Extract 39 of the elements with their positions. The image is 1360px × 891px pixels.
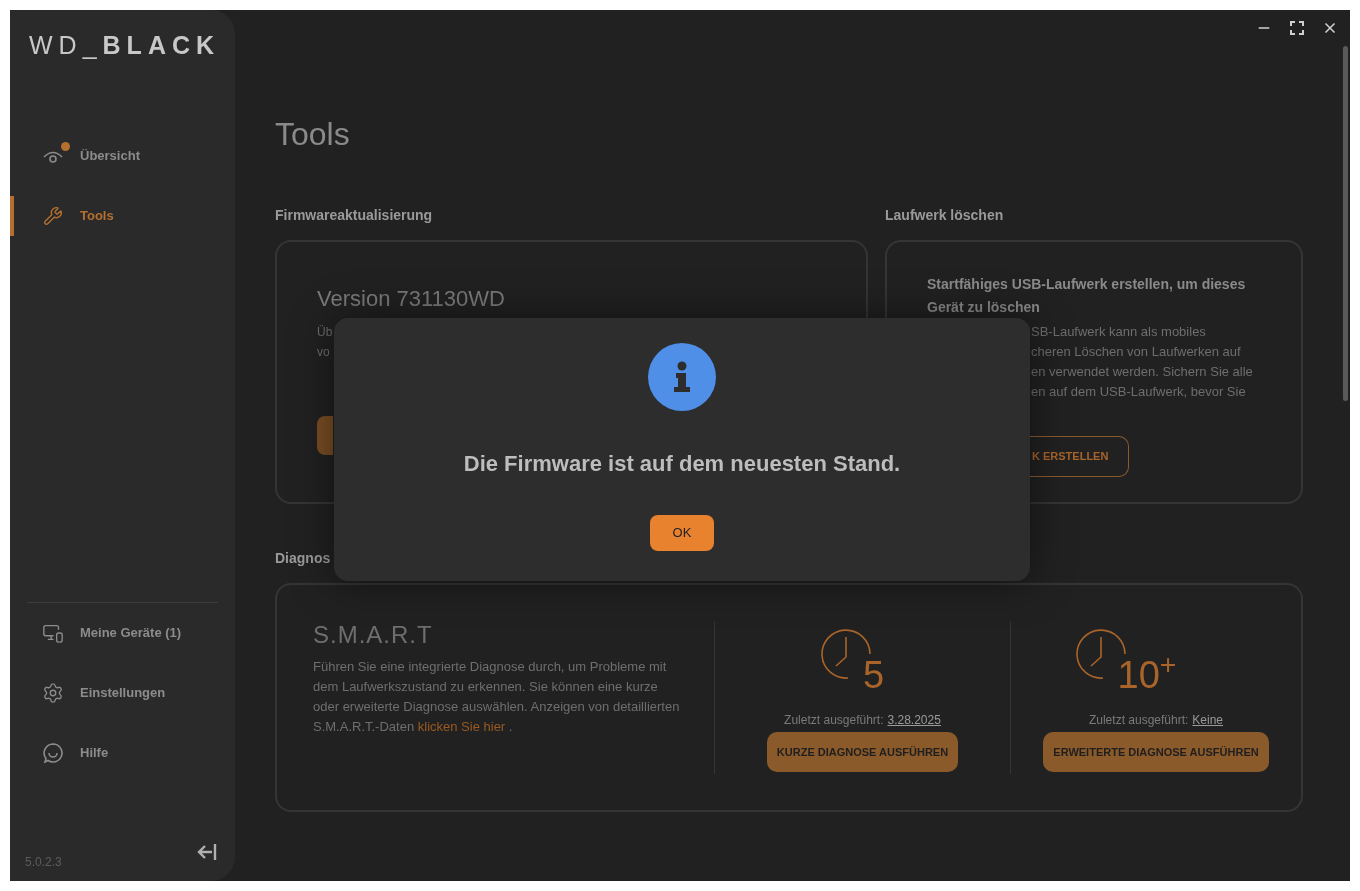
brand-logo: WD_BLACK: [29, 32, 221, 58]
section-heading: Diagnos: [275, 549, 331, 568]
last-run-value: Keine: [1192, 712, 1224, 728]
wrench-icon: [43, 206, 63, 226]
duration-label: 10$^{+}$: [1117, 655, 1177, 695]
erase-title: Startfähiges USB-Laufwerk erstellen, um dieses Gerät zu löschen: [927, 275, 1247, 317]
description-text: SB-Laufwerk kann als mobiles: [1031, 323, 1207, 341]
nav-item[interactable]: Hilfe: [10, 733, 235, 773]
page-title: Tools: [275, 115, 351, 154]
last-run-label: Zuletzt ausgeführt:: [784, 712, 884, 728]
section-heading: Firmwareaktualisierung: [275, 206, 434, 225]
smart-title: S.M.A.R.T: [313, 621, 434, 649]
smart-description: Führen Sie eine integrierte Diagnose durch, um Probleme mit dem Laufwerkszustand zu erkennen. Sie können eine kurze oder erweiterte Diagnose auswählen. Anzeigen von detaillierten S.M.A.R.T.-Daten klicken Sie hier .: [313, 658, 681, 736]
settings-icon: [42, 682, 64, 704]
smart-data-link[interactable]: klicken Sie hier: [417, 719, 506, 734]
smiley-chat-icon: [42, 742, 64, 764]
description-text: vo: [317, 344, 330, 361]
run-diagnostic-button[interactable]: ERWEITERTE DIAGNOSE AUSFÜHREN: [1043, 732, 1269, 772]
ok-button[interactable]: OK: [650, 515, 714, 551]
nav-item[interactable]: Meine Geräte (1): [10, 613, 235, 653]
dialog-message: Die Firmware ist auf dem neuesten Stand.: [463, 450, 901, 478]
description-text: Üb: [317, 324, 333, 341]
nav-item[interactable]: Tools: [10, 196, 235, 236]
description-text: cheren Löschen von Laufwerken auf: [1031, 343, 1242, 361]
duration-label: 5: [862, 655, 885, 695]
scrollbar-thumb[interactable]: [1343, 46, 1348, 401]
nav-item[interactable]: Einstellungen: [10, 673, 235, 713]
devices-icon: [42, 622, 64, 644]
collapse-icon[interactable]: [197, 843, 217, 861]
run-diagnostic-button[interactable]: KURZE DIAGNOSE AUSFÜHREN: [766, 732, 959, 772]
last-run-value: 3.28.2025: [887, 712, 941, 728]
close-icon[interactable]: [1322, 20, 1338, 36]
description-text: en verwendet werden. Sichern Sie alle: [1031, 363, 1254, 381]
nav-item[interactable]: Übersicht: [10, 136, 235, 176]
firmware-version: Version 731130WD: [317, 285, 506, 313]
last-run-label: Zuletzt ausgeführt:: [1088, 712, 1189, 728]
description-text: en auf dem USB-Laufwerk, bevor Sie: [1031, 383, 1247, 401]
maximize-icon[interactable]: [1290, 21, 1304, 35]
section-heading: Laufwerk löschen: [885, 206, 1005, 225]
